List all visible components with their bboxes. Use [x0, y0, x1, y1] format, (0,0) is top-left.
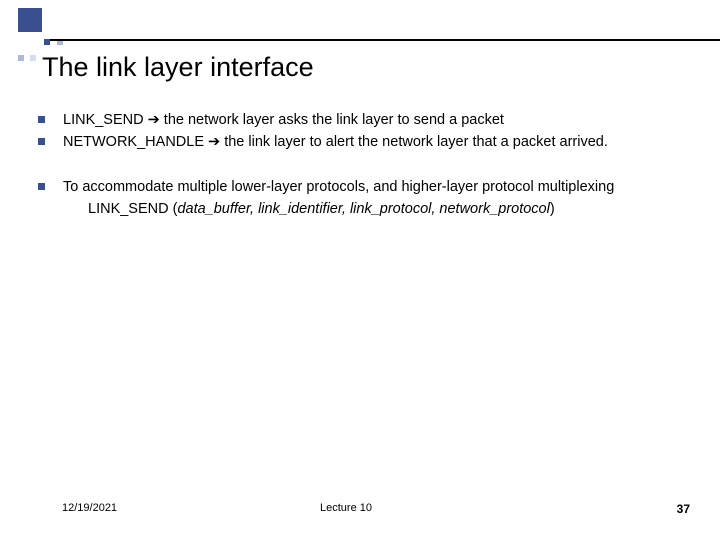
bullet-item: NETWORK_HANDLE ➔ the link layer to alert…: [38, 132, 692, 152]
bullet-subline: LINK_SEND (data_buffer, link_identifier,…: [88, 199, 692, 219]
bullet-text: NETWORK_HANDLE ➔ the link layer to alert…: [63, 132, 692, 152]
bullet-item: LINK_SEND ➔ the network layer asks the l…: [38, 110, 692, 130]
bullet-square-icon: [38, 183, 45, 190]
bullet-text: LINK_SEND ➔ the network layer asks the l…: [63, 110, 692, 130]
deco-small-square: [18, 55, 24, 61]
bullet-item: To accommodate multiple lower-layer prot…: [38, 177, 692, 220]
bullet-square-icon: [38, 116, 45, 123]
footer-lecture: Lecture 10: [320, 502, 372, 514]
deco-big-square: [18, 8, 42, 32]
slide-body: LINK_SEND ➔ the network layer asks the l…: [38, 110, 692, 221]
bullet-text: To accommodate multiple lower-layer prot…: [63, 177, 692, 220]
footer-date: 12/19/2021: [62, 502, 117, 514]
bullet-square-icon: [38, 138, 45, 145]
footer-page-number: 37: [677, 502, 690, 516]
slide-footer: 12/19/2021 Lecture 10 37: [0, 502, 720, 522]
deco-small-square: [30, 55, 36, 61]
slide-title: The link layer interface: [42, 52, 314, 83]
header-divider: [50, 39, 720, 41]
